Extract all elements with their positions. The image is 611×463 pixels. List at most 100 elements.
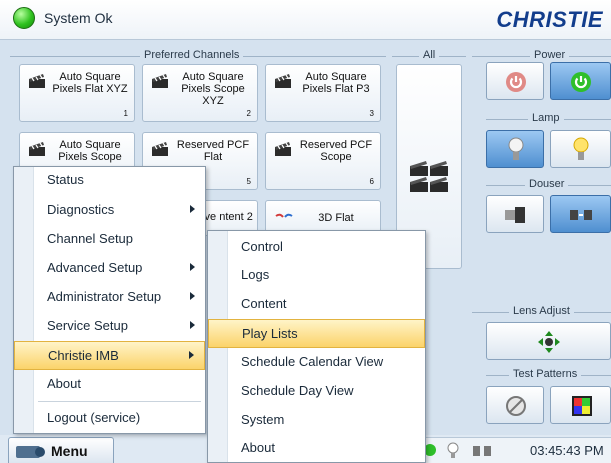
menu-item-christie-imb[interactable]: Christie IMB [14,341,205,370]
menu-item-label: Administrator Setup [47,289,162,304]
clapperboard-icon [29,74,45,88]
submenu-arrow-icon [189,351,194,359]
power-on-icon [571,72,591,92]
submenu-item-logs[interactable]: Logs [208,260,425,289]
menu-item-label: Play Lists [242,326,298,341]
test-pattern-off-button[interactable] [486,386,544,424]
menu-label: Menu [51,443,88,459]
menu-item-logout[interactable]: Logout (service) [14,403,205,432]
test-pattern-button[interactable] [550,386,611,424]
clapperboard-icon [29,142,45,156]
all-channels-title: All [419,49,440,61]
lens-arrows-icon [538,331,560,353]
christie-imb-submenu: Control Logs Content Play Lists Schedule… [207,230,426,463]
channel-tile-6[interactable]: Reserved PCF Scope 6 [265,132,381,190]
power-off-icon [506,72,526,92]
lamp-on-icon [573,137,589,160]
status-ok-icon [13,7,35,29]
lamp-status-icon [447,442,459,458]
channel-name: Reserved PCF Flat [176,139,250,163]
channel-name: 3D Flat [318,212,354,224]
menu-item-label: Logout (service) [47,410,141,425]
menu-item-label: System [241,412,285,427]
lamp-title: Lamp [528,112,564,124]
lamp-off-button[interactable] [486,130,544,168]
no-pattern-icon [506,396,526,416]
channel-name: Reserved PCF Scope [299,139,373,163]
submenu-arrow-icon [190,263,195,271]
menu-item-label: Schedule Calendar View [241,354,384,369]
channel-tile-3[interactable]: Auto Square Pixels Flat P3 3 [265,64,381,122]
system-status: System Ok [44,10,113,26]
submenu-item-about[interactable]: About [208,433,425,462]
projector-icon [16,446,45,458]
channel-number: 1 [123,109,128,118]
submenu-item-schedule-day-view[interactable]: Schedule Day View [208,376,425,405]
menu-item-label: Channel Setup [47,231,134,246]
clapperboard-icon [152,74,168,88]
preferred-channels-title: Preferred Channels [140,49,244,61]
douser-status-icon [473,446,491,456]
clock: 03:45:43 PM [530,443,604,458]
lens-adjust-button[interactable] [486,322,611,360]
channel-name: Auto Square Pixels Flat P3 [302,71,370,95]
menu-item-advanced-setup[interactable]: Advanced Setup [14,253,205,282]
menu-item-channel-setup[interactable]: Channel Setup [14,224,205,253]
menu-item-service-setup[interactable]: Service Setup [14,311,205,340]
power-off-button[interactable] [486,62,544,100]
menu-item-label: Christie IMB [48,348,119,363]
power-on-button[interactable] [550,62,611,100]
douser-closed-button[interactable] [486,195,544,233]
submenu-item-play-lists[interactable]: Play Lists [208,319,425,348]
channel-name: Auto Square Pixels Scope XYZ [181,71,245,107]
menu-item-label: Service Setup [47,318,128,333]
douser-title: Douser [525,178,569,190]
channels-stack-icon [410,161,448,192]
menu-item-administrator-setup[interactable]: Administrator Setup [14,282,205,311]
submenu-arrow-icon [190,292,195,300]
menu-item-label: Schedule Day View [241,383,354,398]
submenu-arrow-icon [190,321,195,329]
clapperboard-icon [152,142,168,156]
douser-closed-icon [505,207,525,223]
channel-number: 3 [369,109,374,118]
test-patterns-title: Test Patterns [509,368,582,380]
submenu-item-control[interactable]: Control [208,231,425,260]
main-menu: Status Diagnostics Channel Setup Advance… [13,166,206,434]
submenu-item-system[interactable]: System [208,405,425,434]
submenu-item-content[interactable]: Content [208,289,425,318]
test-pattern-icon [572,396,592,416]
menu-item-label: Control [241,239,283,254]
lens-adjust-title: Lens Adjust [509,305,574,317]
menu-item-label: Status [47,172,84,187]
menu-item-label: Logs [241,267,270,282]
3d-glasses-icon [275,213,293,218]
menu-item-label: Advanced Setup [47,260,143,275]
lamp-off-icon [508,137,524,160]
channel-number: 5 [246,177,251,186]
douser-open-button[interactable] [550,195,611,233]
menu-separator [38,401,201,402]
lamp-on-button[interactable] [550,130,611,168]
channel-tile-1[interactable]: Auto Square Pixels Flat XYZ 1 [19,64,135,122]
douser-open-icon [570,210,592,220]
channel-tile-2[interactable]: Auto Square Pixels Scope XYZ 2 [142,64,258,122]
submenu-arrow-icon [190,205,195,213]
menu-item-about[interactable]: About [14,369,205,398]
menu-item-diagnostics[interactable]: Diagnostics [14,195,205,224]
channel-number: 6 [369,177,374,186]
menu-button[interactable]: Menu [8,437,114,463]
menu-item-label: About [241,440,275,455]
channel-name: Auto Square Pixels Scope [58,139,122,163]
menu-item-status[interactable]: Status [14,167,205,196]
menu-item-label: Content [241,296,287,311]
menu-item-label: About [47,376,81,391]
clapperboard-icon [275,142,291,156]
menu-item-label: Diagnostics [47,202,115,217]
top-bar: System Ok CHRISTIE [0,0,611,40]
power-title: Power [530,49,570,61]
submenu-item-schedule-calendar-view[interactable]: Schedule Calendar View [208,347,425,376]
channel-number: 2 [246,109,251,118]
channel-name: Auto Square Pixels Flat XYZ [52,71,128,95]
clapperboard-icon [275,74,291,88]
